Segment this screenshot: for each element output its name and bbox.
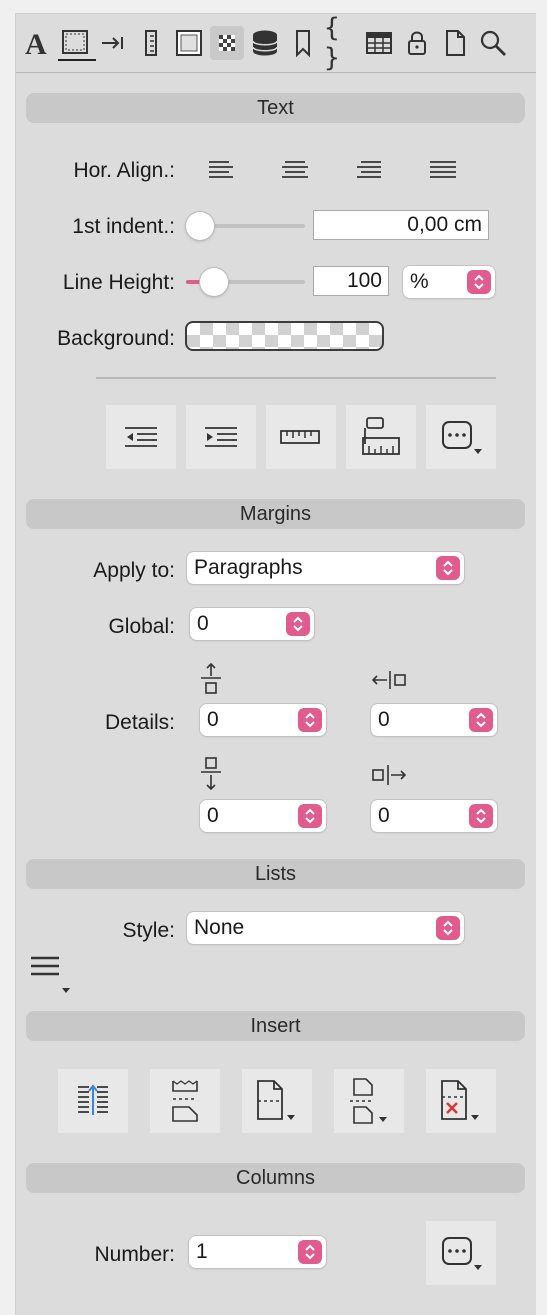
checker-fill-icon[interactable]	[210, 26, 244, 60]
more-options-button[interactable]	[426, 405, 496, 469]
selection-frame-icon[interactable]	[58, 26, 92, 60]
table-icon[interactable]	[362, 26, 396, 60]
first-indent-slider-knob[interactable]	[186, 212, 214, 240]
line-height-label: Line Height:	[62, 271, 175, 294]
section-header-text: Text	[26, 93, 525, 123]
global-label: Global:	[108, 615, 175, 638]
section-header-lists: Lists	[26, 859, 525, 889]
list-options-button[interactable]	[29, 954, 79, 1000]
margin-bottom-value: 0	[207, 804, 219, 827]
border-box-icon[interactable]	[172, 26, 206, 60]
first-indent-label: 1st indent.:	[72, 215, 175, 238]
line-height-unit-value: %	[410, 270, 429, 293]
margin-left-icon	[371, 669, 409, 696]
apply-to-popup[interactable]: Paragraphs	[187, 552, 464, 584]
columns-number-combo[interactable]: 1	[189, 1236, 326, 1268]
chevron-updown-icon	[286, 612, 310, 636]
ruler-button[interactable]	[266, 405, 336, 469]
columns-number-label: Number:	[94, 1243, 175, 1266]
hor-align-label: Hor. Align.:	[73, 159, 175, 182]
database-icon[interactable]	[248, 26, 282, 60]
align-right-icon[interactable]	[352, 156, 386, 184]
margin-bottom-icon	[197, 756, 225, 797]
margin-right-icon	[371, 763, 409, 792]
margin-top-value: 0	[207, 708, 219, 731]
ellipsis-menu-icon	[442, 1237, 482, 1270]
columns-more-options-button[interactable]	[426, 1221, 496, 1285]
chevron-updown-icon	[436, 556, 460, 580]
document-icon[interactable]	[438, 26, 472, 60]
chevron-updown-icon	[469, 708, 493, 732]
chevron-updown-icon	[436, 916, 460, 940]
apply-to-value: Paragraphs	[194, 556, 303, 579]
insert-section-break-button[interactable]	[242, 1069, 312, 1133]
line-height-unit-popup[interactable]: %	[403, 266, 495, 298]
margin-right-value: 0	[378, 804, 390, 827]
first-indent-field[interactable]: 0,00 cm	[313, 210, 489, 240]
inspector-panel: A { } Text Hor. Align.: 1st indent.: 0,0…	[15, 13, 536, 1315]
line-height-slider-knob[interactable]	[200, 268, 228, 296]
margin-top-combo[interactable]: 0	[200, 704, 326, 736]
chevron-updown-icon	[469, 804, 493, 828]
insert-page-section-button[interactable]	[334, 1069, 404, 1133]
details-label: Details:	[104, 711, 175, 734]
column-break-icon	[78, 1084, 108, 1115]
chevron-updown-icon	[298, 804, 322, 828]
section-header-columns: Columns	[26, 1163, 525, 1193]
tab-ruler-icon	[362, 417, 400, 455]
ruler-icon	[280, 430, 320, 444]
active-tab-indicator	[58, 59, 96, 61]
lock-icon[interactable]	[400, 26, 434, 60]
section-header-insert: Insert	[26, 1011, 525, 1041]
svg-text:A: A	[25, 28, 47, 58]
line-height-field[interactable]: 100	[313, 266, 389, 296]
indent-icon	[205, 427, 237, 447]
remove-break-button[interactable]	[426, 1069, 496, 1133]
chevron-updown-icon	[298, 1240, 322, 1264]
letter-a-icon[interactable]: A	[20, 26, 54, 60]
tab-arrow-icon[interactable]	[96, 26, 130, 60]
global-margin-value: 0	[197, 612, 209, 635]
hamburger-menu-icon	[31, 956, 70, 993]
align-left-icon[interactable]	[204, 156, 238, 184]
global-margin-combo[interactable]: 0	[190, 608, 314, 640]
background-color-well[interactable]	[185, 321, 384, 351]
chevron-updown-icon	[467, 270, 491, 294]
decrease-indent-button[interactable]	[106, 405, 176, 469]
list-style-value: None	[194, 916, 245, 939]
columns-number-value: 1	[196, 1240, 208, 1263]
ellipsis-menu-icon	[442, 421, 482, 454]
bookmark-icon[interactable]	[286, 26, 320, 60]
align-center-icon[interactable]	[278, 156, 312, 184]
delete-page-icon	[441, 1080, 479, 1120]
text-divider	[96, 377, 496, 379]
outdent-icon	[125, 427, 157, 447]
insert-column-break-button[interactable]	[58, 1069, 128, 1133]
tab-ruler-button[interactable]	[346, 405, 416, 469]
margin-bottom-combo[interactable]: 0	[200, 800, 326, 832]
magnifier-icon[interactable]	[476, 26, 510, 60]
align-justify-icon[interactable]	[426, 156, 460, 184]
chevron-updown-icon	[298, 708, 322, 732]
toolbar-separator	[16, 72, 536, 73]
section-header-margins: Margins	[26, 499, 525, 529]
insert-page-break-button[interactable]	[150, 1069, 220, 1133]
braces-icon[interactable]: { }	[324, 13, 358, 73]
margin-left-combo[interactable]: 0	[371, 704, 497, 736]
section-break-icon	[257, 1080, 295, 1120]
list-style-label: Style:	[122, 919, 175, 942]
margin-right-combo[interactable]: 0	[371, 800, 497, 832]
list-style-popup[interactable]: None	[187, 912, 464, 944]
margin-top-icon	[197, 662, 225, 701]
margin-left-value: 0	[378, 708, 390, 731]
apply-to-label: Apply to:	[93, 559, 175, 582]
background-label: Background:	[57, 327, 175, 350]
increase-indent-button[interactable]	[186, 405, 256, 469]
vertical-ruler-icon[interactable]	[134, 26, 168, 60]
page-break-icon	[172, 1080, 198, 1122]
page-section-icon	[350, 1078, 387, 1124]
